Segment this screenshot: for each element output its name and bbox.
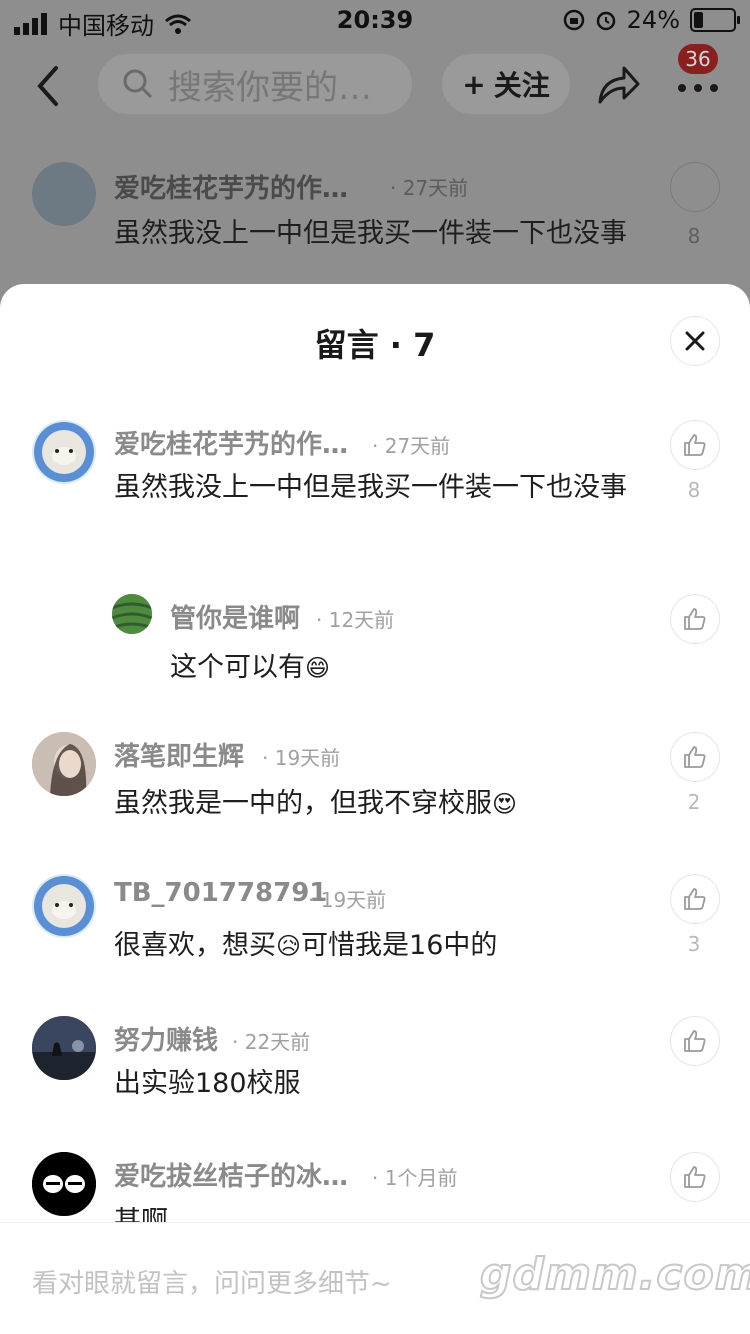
astronaut-cat-avatar-icon [34,422,94,482]
comment-text-body: 可惜我是16中的 [301,930,498,961]
heart-eyes-emoji-icon: 😍 [492,790,518,818]
status-bar: 中国移动 20:39 24% [0,0,750,40]
sunset-silhouette-avatar-icon [32,1016,96,1080]
tea-field-avatar-icon [112,594,152,634]
thumbs-up-icon [684,608,706,630]
comment-time: · 27天前 [372,434,451,458]
comment-text: 虽然我没上一中但是我买一件装一下也没事 [114,472,627,503]
comment-username[interactable]: 努力赚钱 [114,1020,218,1057]
like-button [670,162,720,212]
comment-text-body: 这个可以有 [170,652,305,683]
top-bar: 搜索你要的… + 关注 36 [0,44,750,128]
thumbs-up-icon [684,434,706,456]
back-icon[interactable] [30,64,70,108]
notification-badge: 36 [678,44,718,74]
comment-time: · 22天前 [232,1030,311,1054]
like-button[interactable] [670,594,720,644]
comment-text-body: 很喜欢，想买 [114,930,276,961]
comment-text-body: 虽然我是一中的，但我不穿校服 [114,788,492,819]
comment-text: 出实验180校服 [114,1068,301,1099]
rotation-lock-icon [563,9,584,31]
astronaut-cat-avatar-icon [34,876,94,936]
search-icon [123,69,153,99]
thumbs-up-icon [684,888,706,910]
comment-text: 这个可以有😄 [170,648,630,688]
like-button[interactable] [670,420,720,470]
avatar[interactable] [32,1152,96,1216]
comment-text: 虽然我是一中的，但我不穿校服😍 [114,784,634,824]
search-placeholder: 搜索你要的… [168,67,372,108]
comment-time: · 19天前 [308,888,387,912]
thumbs-up-icon [684,1166,706,1188]
watermark: gdmm.com [479,1248,750,1301]
like-count: 3 [687,932,701,956]
comment-time: · 12天前 [316,608,395,632]
comment-text: 很喜欢，想买😥可惜我是16中的 [114,926,634,966]
like-count: 8 [687,478,701,502]
cartoon-eyes-avatar-icon [32,1152,96,1216]
avatar[interactable] [32,874,96,938]
like-count: 8 [687,224,701,248]
plus-icon: + [462,67,486,101]
search-input[interactable]: 搜索你要的… [98,54,412,114]
grin-emoji-icon: 😄 [305,654,331,682]
comment-username: 爱吃桂花芋艿的作… [114,174,349,204]
close-icon [685,331,705,351]
comment-input-bar: 看对眼就留言，问问更多细节~ gdmm.com [0,1222,750,1334]
like-button[interactable] [670,874,720,924]
comments-sheet: 留言 · 7 爱吃桂花芋艿的作… · 27天前 虽然我没上一中但是我买一件装一下… [0,284,750,1334]
comment-text: 虽然我没上一中但是我买一件装一下也没事 [114,218,627,249]
comment-username[interactable]: TB_701778791 [114,878,327,908]
sad-emoji-icon: 😥 [276,932,302,960]
avatar[interactable] [32,1016,96,1080]
like-button[interactable] [670,1016,720,1066]
portrait-avatar-icon [32,732,96,796]
comment-username[interactable]: 爱吃桂花芋艿的作… [114,424,348,461]
comment-username[interactable]: 管你是谁啊 [170,598,300,635]
comment-time: · 27天前 [390,176,469,200]
follow-button[interactable]: + 关注 [442,54,570,114]
like-button[interactable] [670,732,720,782]
sheet-title: 留言 · 7 [314,326,436,364]
avatar [32,162,96,226]
alarm-icon [596,11,615,31]
close-button[interactable] [670,316,720,366]
comment-time: · 19天前 [262,746,341,770]
comment-username[interactable]: 落笔即生辉 [114,736,244,773]
comment-username[interactable]: 爱吃拔丝桔子的冰… [114,1156,348,1193]
like-button[interactable] [670,1152,720,1202]
battery-percent: 24% [626,6,680,34]
share-icon[interactable] [596,62,642,108]
like-count: 2 [687,790,701,814]
battery-icon [690,8,740,32]
avatar[interactable] [32,732,96,796]
avatar[interactable] [112,594,152,634]
comment-time: · 1个月前 [372,1166,458,1190]
follow-label: 关注 [493,69,550,102]
avatar[interactable] [32,420,96,484]
thumbs-up-icon [684,1030,706,1052]
thumbs-up-icon [684,746,706,768]
comment-input[interactable]: 看对眼就留言，问问更多细节~ [32,1263,392,1300]
